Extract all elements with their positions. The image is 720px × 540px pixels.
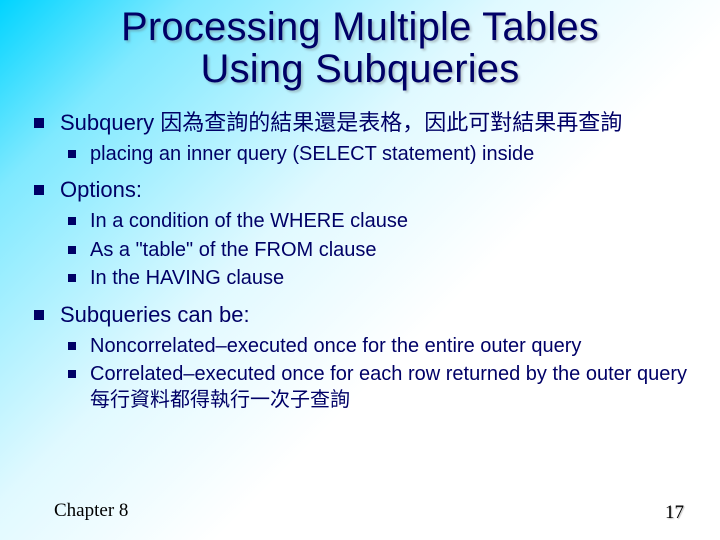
slide: Processing Multiple Tables Using Subquer… xyxy=(0,0,720,540)
bullet-subquery-lead: Subquery xyxy=(60,110,154,135)
bullet-canbe-lead: Subqueries can be: xyxy=(60,302,250,327)
bullet-options-sub2: As a "table" of the FROM clause xyxy=(26,237,700,263)
slide-title: Processing Multiple Tables Using Subquer… xyxy=(20,6,700,90)
bullet-options: Options: xyxy=(26,175,700,204)
bullet-subquery-sub1: placing an inner query (SELECT statement… xyxy=(26,141,700,167)
title-line-1: Processing Multiple Tables xyxy=(121,5,599,49)
bullet-subquery-cjk: 因為查詢的結果還是表格，因此可對結果再查詢 xyxy=(154,110,622,135)
bullet-canbe-sub2-cjk: 每行資料都得執行一次子查詢 xyxy=(90,389,350,411)
bullet-canbe-sub1: Noncorrelated–executed once for the enti… xyxy=(26,333,700,359)
footer-page-number: 17 xyxy=(665,502,684,524)
footer-chapter: Chapter 8 xyxy=(54,500,128,522)
slide-content: Subquery 因為查詢的結果還是表格，因此可對結果再查詢 placing a… xyxy=(20,108,700,414)
bullet-canbe: Subqueries can be: xyxy=(26,300,700,329)
bullet-canbe-sub2: Correlated–executed once for each row re… xyxy=(26,361,700,414)
title-line-2: Using Subqueries xyxy=(201,47,520,91)
bullet-subquery: Subquery 因為查詢的結果還是表格，因此可對結果再查詢 xyxy=(26,108,700,137)
bullet-options-sub1: In a condition of the WHERE clause xyxy=(26,208,700,234)
bullet-options-sub3: In the HAVING clause xyxy=(26,265,700,291)
bullet-canbe-sub2-text: Correlated–executed once for each row re… xyxy=(90,363,687,385)
bullet-options-lead: Options: xyxy=(60,177,142,202)
